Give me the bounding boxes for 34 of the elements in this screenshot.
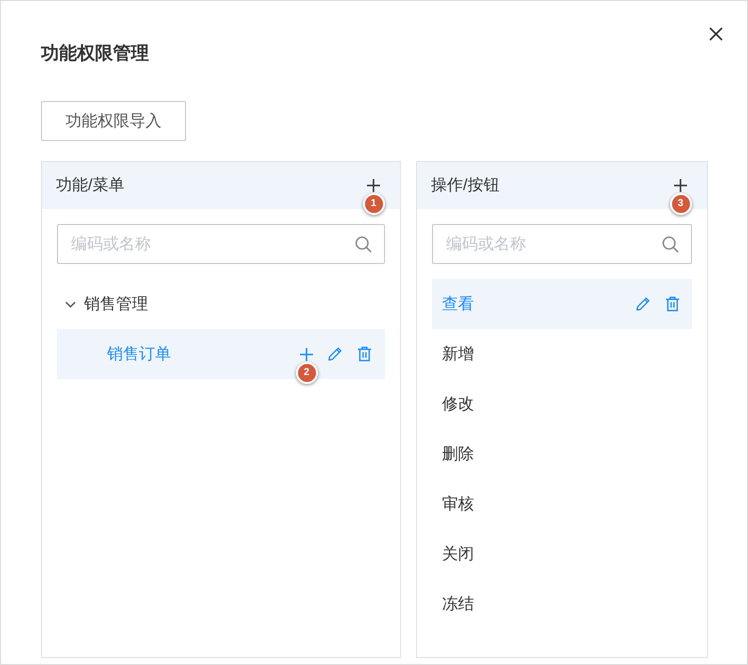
action-item[interactable]: 新增 [432,329,692,379]
search-icon[interactable] [355,236,372,252]
tree-item-label: 销售订单 [107,344,171,364]
action-item[interactable]: 冻结 [432,579,692,629]
action-item-label: 修改 [442,394,474,414]
dialog-title: 功能权限管理 [41,42,149,65]
number-badge: 1 [362,193,384,215]
action-item-label: 新增 [442,344,474,364]
action-item[interactable]: 修改 [432,379,692,429]
close-icon[interactable] [709,27,723,41]
action-item-label: 查看 [442,294,474,314]
action-item[interactable]: 审核 [432,479,692,529]
number-badge: 3 [670,193,692,215]
action-item[interactable]: 关闭 [432,529,692,579]
add-icon[interactable] [367,179,380,192]
delete-icon[interactable] [665,296,680,312]
action-item-label: 审核 [442,494,474,514]
add-icon[interactable] [674,179,687,192]
delete-icon[interactable] [357,346,372,362]
edit-icon[interactable] [635,296,651,312]
number-badge: 2 [296,362,318,384]
action-item[interactable]: 删除 [432,429,692,479]
search-placeholder: 编码或名称 [71,234,151,254]
tree-node[interactable]: 销售管理 [57,279,385,329]
search-placeholder: 编码或名称 [446,234,526,254]
import-button[interactable]: 功能权限导入 [41,101,186,141]
panel-title: 操作/按钮 [431,176,500,196]
action-item-label: 关闭 [442,544,474,564]
tree-node-label: 销售管理 [84,294,148,314]
search-icon[interactable] [662,236,679,252]
edit-icon[interactable] [327,346,343,362]
action-item-label: 冻结 [442,594,474,614]
panel-title: 功能/菜单 [56,176,124,196]
action-item-label: 删除 [442,444,474,464]
